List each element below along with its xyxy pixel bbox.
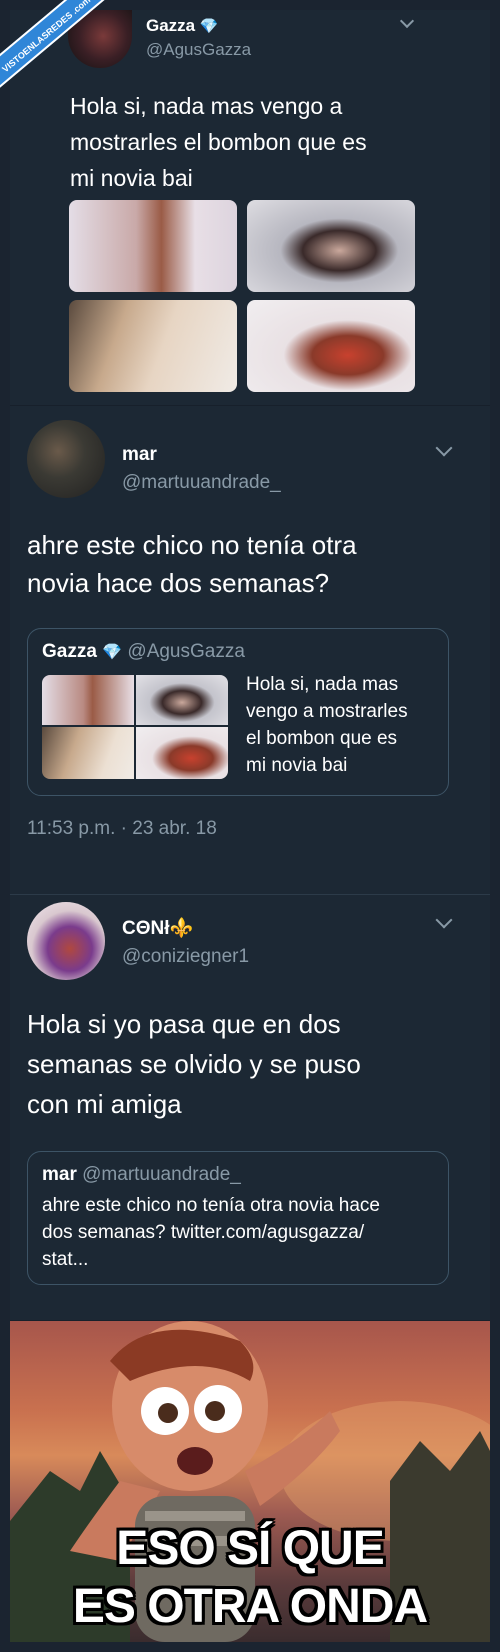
- author-handle[interactable]: @martuuandrade_: [122, 472, 281, 494]
- tweet-coni[interactable]: CΘNł⚜️ @coniziegner1 Hola si yo pasa que…: [10, 894, 490, 1320]
- quote-author-handle[interactable]: @martuuandrade_: [82, 1164, 241, 1185]
- author-handle[interactable]: @AgusGazza: [146, 40, 251, 60]
- photo-2[interactable]: [247, 200, 415, 292]
- quote-photo-2[interactable]: [136, 675, 228, 725]
- quoted-tweet[interactable]: mar @martuuandrade_ ahre este chico no t…: [27, 1151, 449, 1285]
- quote-photo-3[interactable]: [42, 727, 134, 779]
- meme-caption-line2: ES OTRA ONDA: [72, 1580, 428, 1633]
- chevron-down-icon[interactable]: [435, 911, 453, 929]
- chevron-down-icon[interactable]: [435, 439, 453, 457]
- chevron-down-icon[interactable]: [399, 13, 415, 29]
- divider: [10, 894, 490, 895]
- tweet-text: ahre este chico no tenía otra novia hace…: [27, 530, 357, 598]
- diamond-icon: 💎: [102, 644, 123, 661]
- screenshot-frame: Gazza 💎 @AgusGazza Hola si, nada mas ven…: [10, 10, 490, 1642]
- meme-caption-line1: ESO SÍ QUE: [116, 1522, 384, 1575]
- quote-photo-4[interactable]: [136, 727, 228, 779]
- avatar[interactable]: [27, 420, 105, 498]
- tweet-gazza[interactable]: Gazza 💎 @AgusGazza Hola si, nada mas ven…: [10, 10, 490, 405]
- quote-photo-1[interactable]: [42, 675, 134, 725]
- quote-header: Gazza 💎 @AgusGazza: [42, 641, 245, 663]
- quoted-tweet[interactable]: Gazza 💎 @AgusGazza Hola si, nada mas ven…: [27, 628, 449, 796]
- quote-author-name[interactable]: Gazza: [42, 641, 97, 662]
- author-handle[interactable]: @coniziegner1: [122, 946, 249, 968]
- author-name[interactable]: Gazza 💎: [146, 16, 219, 36]
- tweet-mar[interactable]: mar @martuuandrade_ ahre este chico no t…: [10, 406, 490, 894]
- quote-text: ahre este chico no tenía otra novia hace…: [42, 1195, 381, 1270]
- meme-image: ESO SÍ QUE ES OTRA ONDA: [10, 1321, 490, 1642]
- photo-1[interactable]: [69, 200, 237, 292]
- author-name[interactable]: CΘNł⚜️: [122, 916, 193, 940]
- photo-4[interactable]: [247, 300, 415, 392]
- quote-author-handle[interactable]: @AgusGazza: [127, 641, 245, 662]
- photo-3[interactable]: [69, 300, 237, 392]
- tweet-text: Hola si, nada mas vengo a mostrarles el …: [70, 93, 367, 191]
- tweet-timestamp[interactable]: 11:53 p.m. · 23 abr. 18: [27, 818, 217, 840]
- tweet-text: Hola si yo pasa que en dos semanas se ol…: [27, 1009, 361, 1119]
- diamond-icon: 💎: [199, 18, 219, 35]
- quote-author-name[interactable]: mar: [42, 1164, 77, 1185]
- quote-header: mar @martuuandrade_: [42, 1164, 241, 1186]
- avatar[interactable]: [27, 902, 105, 980]
- quote-text: Hola si, nada mas vengo a mostrarles el …: [246, 674, 408, 776]
- author-name[interactable]: mar: [122, 444, 157, 466]
